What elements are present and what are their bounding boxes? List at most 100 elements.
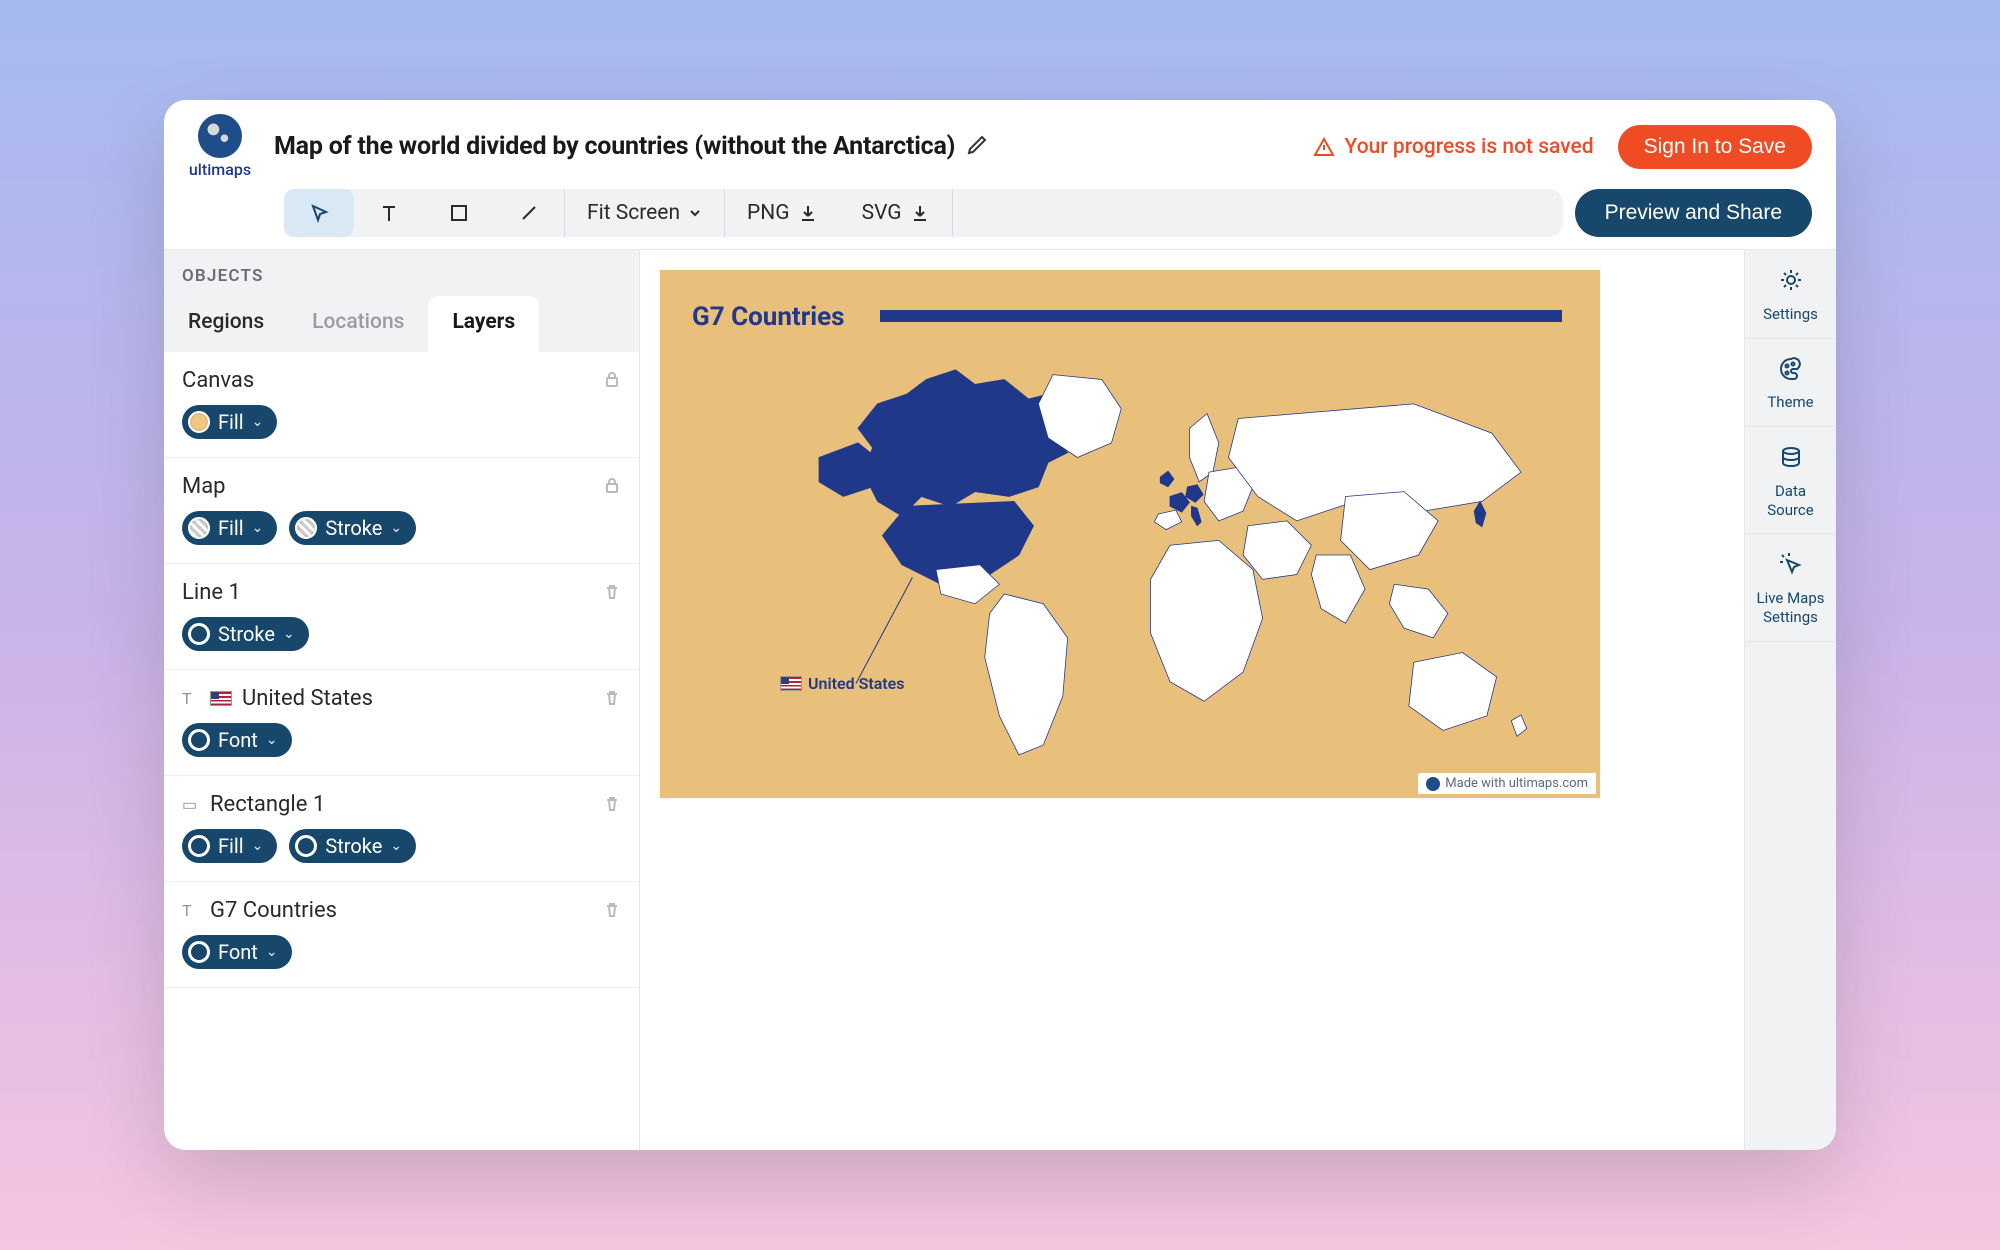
trash-icon[interactable] [603, 900, 621, 922]
region-germany [1186, 485, 1204, 503]
chip-stroke[interactable]: Stroke ⌄ [289, 829, 416, 863]
globe-icon [198, 114, 242, 158]
layer-item[interactable]: Line 1 Stroke ⌄ [164, 564, 639, 670]
header: ultimaps Map of the world divided by cou… [164, 100, 1836, 189]
world-map[interactable] [780, 360, 1560, 770]
swatch-icon [188, 941, 210, 963]
lock-icon[interactable] [603, 370, 621, 392]
chip-label: Fill [218, 834, 244, 858]
brand-logo[interactable]: ultimaps [182, 114, 258, 179]
chip-label: Stroke [325, 834, 382, 858]
cursor-icon [308, 202, 330, 224]
sidebar: OBJECTS RegionsLocationsLayers CanvasFil… [164, 250, 640, 1150]
map-canvas[interactable]: G7 Countries [660, 270, 1600, 798]
zoom-select[interactable]: Fit Screen [565, 201, 724, 225]
database-icon [1777, 443, 1805, 476]
export-png-button[interactable]: PNG [725, 201, 840, 225]
region-india [1311, 555, 1365, 623]
chip-label: Stroke [218, 622, 275, 646]
text-icon: T [182, 689, 200, 708]
download-icon [798, 203, 818, 223]
region-japan [1474, 501, 1486, 526]
right-rail: Settings Theme Data Source Live Maps Settin… [1744, 250, 1836, 1150]
chip-fill[interactable]: Fill ⌄ [182, 829, 277, 863]
export-svg-button[interactable]: SVG [840, 201, 952, 225]
layer-item[interactable]: TG7 Countries Font⌄ [164, 882, 639, 988]
label-united-states[interactable]: United States [780, 674, 905, 693]
chip-label: Fill [218, 516, 244, 540]
rail-label: Data Source [1751, 482, 1830, 520]
region-italy [1191, 506, 1201, 526]
region-south-america [985, 594, 1068, 755]
chevron-down-icon: ⌄ [252, 838, 264, 854]
canvas-area[interactable]: G7 Countries [640, 250, 1744, 1150]
chip-label: Stroke [325, 516, 382, 540]
rail-settings[interactable]: Settings [1745, 250, 1836, 339]
layer-name: ▭Rectangle 1 [182, 792, 325, 817]
map-title[interactable]: G7 Countries [692, 302, 845, 332]
rail-theme[interactable]: Theme [1745, 339, 1836, 428]
swatch-icon [188, 835, 210, 857]
edit-title-icon[interactable] [965, 133, 989, 161]
chip-stroke[interactable]: Stroke ⌄ [289, 511, 416, 545]
tool-cursor[interactable] [284, 189, 354, 237]
chevron-down-icon: ⌄ [390, 520, 402, 536]
rail-label: Settings [1763, 305, 1818, 324]
gear-icon [1777, 266, 1805, 299]
tab-locations[interactable]: Locations [288, 296, 428, 352]
chip-stroke[interactable]: Stroke ⌄ [182, 617, 309, 651]
text-icon [378, 202, 400, 224]
layer-item[interactable]: T United StatesFont⌄ [164, 670, 639, 776]
chevron-down-icon: ⌄ [266, 944, 278, 960]
toolbar: Fit Screen PNG SVG [284, 189, 1563, 237]
swatch-icon [188, 623, 210, 645]
layer-item[interactable]: Canvas Fill⌄ [164, 352, 639, 458]
preview-share-button[interactable]: Preview and Share [1575, 189, 1812, 237]
trash-icon[interactable] [603, 688, 621, 710]
text-icon: T [182, 901, 200, 920]
layer-name: TG7 Countries [182, 898, 337, 923]
chip-fill[interactable]: Fill⌄ [182, 405, 277, 439]
chevron-down-icon: ⌄ [252, 414, 264, 430]
region-africa [1151, 540, 1263, 701]
region-uk [1160, 471, 1174, 487]
rail-data-source[interactable]: Data Source [1745, 427, 1836, 534]
tab-regions[interactable]: Regions [164, 296, 288, 352]
region-canada [858, 370, 1068, 516]
layer-name: Line 1 [182, 580, 241, 605]
tool-line[interactable] [494, 189, 564, 237]
chevron-down-icon [688, 206, 702, 220]
globe-icon [1426, 777, 1440, 791]
layers-list: CanvasFill⌄MapFill⌄Stroke⌄Line 1Stroke⌄T… [164, 352, 639, 1150]
watermark: Made with ultimaps.com [1418, 773, 1596, 794]
warning-icon [1313, 136, 1335, 158]
rail-live-maps-settings[interactable]: Live Maps Settings [1745, 534, 1836, 641]
chevron-down-icon: ⌄ [283, 626, 295, 642]
line-icon [518, 202, 540, 224]
chip-font[interactable]: Font⌄ [182, 723, 292, 757]
trash-icon[interactable] [603, 582, 621, 604]
lock-icon[interactable] [603, 476, 621, 498]
swatch-icon [188, 517, 210, 539]
title-rule[interactable] [880, 310, 1562, 322]
cursor-icon [1777, 550, 1805, 583]
chevron-down-icon: ⌄ [252, 520, 264, 536]
swatch-icon [295, 517, 317, 539]
layer-name: Canvas [182, 368, 254, 393]
tab-layers[interactable]: Layers [428, 296, 539, 352]
sign-in-button[interactable]: Sign In to Save [1618, 125, 1812, 169]
rectangle-icon [449, 203, 469, 223]
rectangle-icon: ▭ [182, 795, 200, 814]
tool-text[interactable] [354, 189, 424, 237]
region-se-asia [1389, 584, 1448, 638]
tool-rectangle[interactable] [424, 189, 494, 237]
chip-fill[interactable]: Fill ⌄ [182, 511, 277, 545]
chevron-down-icon: ⌄ [390, 838, 402, 854]
layer-item[interactable]: MapFill⌄Stroke⌄ [164, 458, 639, 564]
layer-item[interactable]: ▭Rectangle 1 Fill ⌄ Stroke ⌄ [164, 776, 639, 882]
trash-icon[interactable] [603, 794, 621, 816]
chip-font[interactable]: Font⌄ [182, 935, 292, 969]
rail-label: Theme [1767, 393, 1813, 412]
region-nz [1511, 715, 1527, 736]
sidebar-tabs: RegionsLocationsLayers [164, 296, 639, 352]
